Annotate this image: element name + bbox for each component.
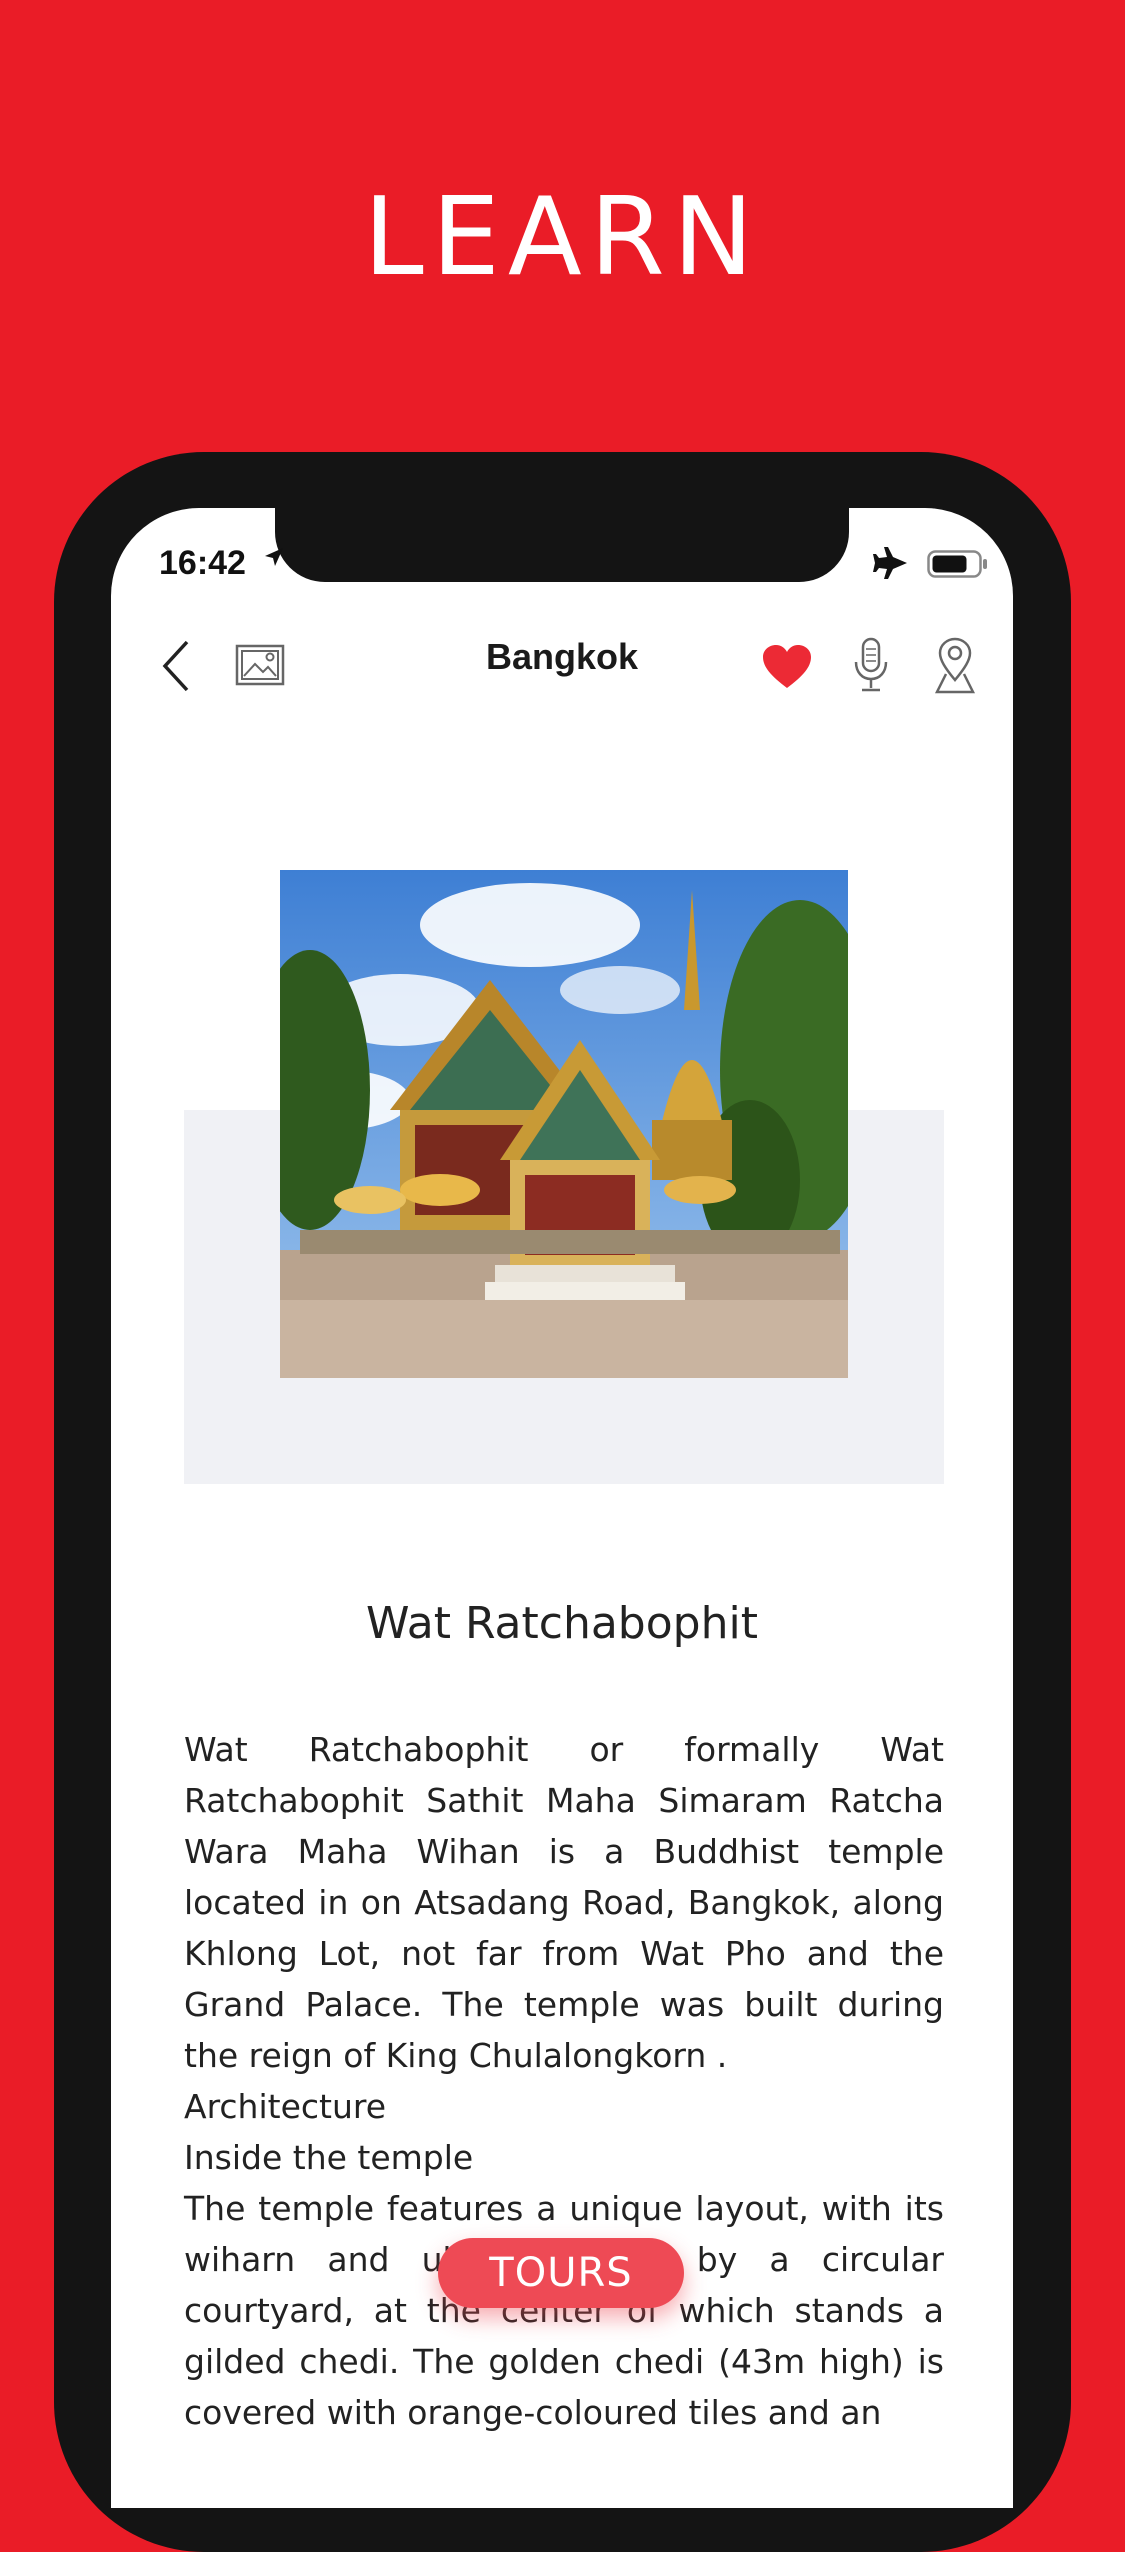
hero-title: LEARN	[363, 175, 762, 300]
airplane-icon	[873, 547, 907, 579]
description-heading-inside: Inside the temple	[184, 2138, 474, 2177]
tours-button[interactable]: TOURS	[438, 2238, 684, 2308]
description-intro: Wat Ratchabophit or formally Wat Ratchab…	[184, 1730, 944, 2075]
description-heading-architecture: Architecture	[184, 2087, 387, 2126]
temple-illustration	[280, 870, 848, 1378]
place-title: Wat Ratchabophit	[366, 1598, 758, 1649]
battery-icon	[927, 550, 987, 578]
audio-guide-icon[interactable]	[851, 636, 891, 696]
temple-photo[interactable]	[280, 870, 848, 1378]
location-arrow-icon	[265, 548, 283, 566]
map-pin-icon[interactable]	[933, 636, 977, 696]
description-body: The temple features a unique layout, wit…	[184, 2189, 944, 2432]
phone-notch	[275, 508, 849, 582]
heart-icon[interactable]	[761, 644, 813, 690]
status-time: 16:42	[159, 544, 246, 582]
description: Wat Ratchabophit or formally Wat Ratchab…	[184, 1724, 944, 2438]
phone-screen: 16:42 Bangkok Wat Ratchabophit Wat Ratch…	[111, 508, 1013, 2508]
